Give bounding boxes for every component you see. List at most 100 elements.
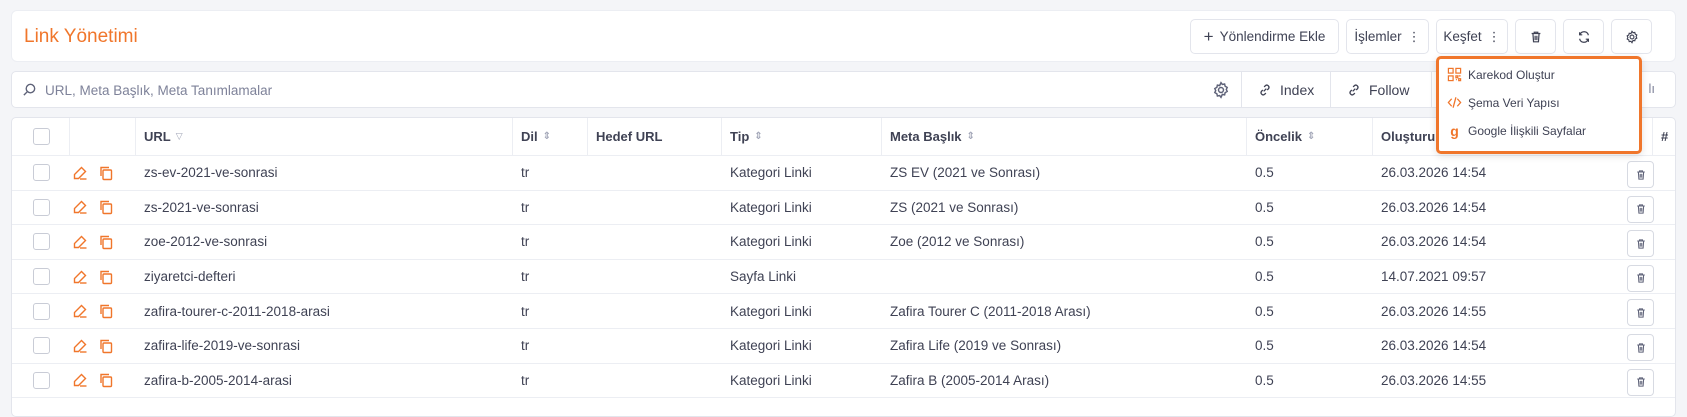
menu-item-google-related[interactable]: g Google İlişkili Sayfalar [1447, 123, 1586, 139]
edit-icon[interactable] [72, 338, 88, 354]
delete-row-button[interactable] [1627, 230, 1654, 258]
target-url-cell [588, 156, 722, 190]
trash-icon [1531, 31, 1540, 42]
trash-icon [1635, 342, 1647, 354]
edit-icon[interactable] [72, 234, 88, 250]
row-checkbox[interactable] [33, 371, 50, 389]
add-redirect-button[interactable]: + Yönlendirme Ekle [1190, 19, 1339, 54]
delete-row-button[interactable] [1627, 195, 1654, 223]
copy-icon[interactable] [98, 165, 114, 181]
follow-filter-button[interactable]: Follow [1330, 72, 1430, 107]
trash-icon [1635, 238, 1647, 250]
more-vertical-icon: ⋮ [1487, 28, 1501, 44]
created-cell: 26.03.2026 14:54 [1381, 338, 1487, 354]
discover-button[interactable]: Keşfet ⋮ [1436, 19, 1508, 54]
row-checkbox[interactable] [33, 164, 50, 182]
row-checkbox[interactable] [33, 268, 50, 286]
copy-icon[interactable] [98, 199, 114, 215]
column-header-priority[interactable]: Öncelik ⇕ [1247, 118, 1373, 155]
row-actions-cell [70, 364, 136, 398]
operations-button[interactable]: İşlemler ⋮ [1346, 19, 1429, 54]
url-cell[interactable]: zs-ev-2021-ve-sonrasi [136, 156, 513, 190]
edit-icon[interactable] [72, 165, 88, 181]
priority-cell: 0.5 [1255, 372, 1274, 388]
copy-icon[interactable] [98, 338, 114, 354]
row-select-cell [12, 364, 70, 398]
row-checkbox[interactable] [33, 233, 50, 251]
row-checkbox[interactable] [33, 302, 50, 320]
column-header-url[interactable]: URL ▽ [136, 118, 513, 155]
meta-title-cell: Zafira Life (2019 ve Sonrası) [890, 338, 1062, 354]
row-checkbox[interactable] [33, 198, 50, 216]
select-all-checkbox[interactable] [33, 128, 50, 145]
row-select-cell [12, 329, 70, 363]
row-select-cell [12, 260, 70, 294]
target-url-cell [588, 294, 722, 328]
table-row: zafira-b-2005-2014-arasi tr Kategori Linki… [12, 364, 1675, 399]
copy-icon[interactable] [98, 269, 114, 285]
copy-icon[interactable] [98, 234, 114, 250]
row-select-cell [12, 294, 70, 328]
url-cell[interactable]: zafira-tourer-c-2011-2018-arasi [136, 294, 513, 328]
url-cell[interactable]: zoe-2012-ve-sonrasi [136, 225, 513, 259]
table-row: zafira-tourer-c-2011-2018-arasi tr Kategor… [12, 294, 1675, 329]
meta-title-cell: ZS (2021 ve Sonrası) [890, 199, 1019, 215]
delete-row-button[interactable] [1627, 299, 1654, 327]
copy-icon[interactable] [98, 303, 114, 319]
discover-dropdown-menu: Karekod Oluştur Şema Veri Yapısı g Googl… [1436, 56, 1642, 154]
delete-row-button[interactable] [1627, 334, 1654, 361]
row-select-cell [12, 191, 70, 225]
delete-row-button[interactable] [1627, 161, 1654, 188]
url-cell[interactable]: zafira-b-2005-2014-arasi [136, 364, 513, 398]
row-select-cell [12, 225, 70, 259]
created-cell: 26.03.2026 14:54 [1381, 234, 1487, 250]
type-cell: Kategori Linki [730, 338, 812, 354]
priority-cell: 0.5 [1255, 338, 1274, 354]
index-filter-button[interactable]: Index [1241, 72, 1329, 107]
row-checkbox[interactable] [33, 337, 50, 355]
url-cell[interactable]: ziyaretci-defteri [136, 260, 513, 294]
lang-cell: tr [521, 338, 530, 354]
menu-item-schema[interactable]: Şema Veri Yapısı [1447, 95, 1560, 110]
column-header-lang[interactable]: Dil ⇕ [513, 118, 588, 155]
type-cell: Kategori Linki [730, 303, 812, 319]
plus-icon: + [1203, 27, 1214, 46]
type-cell: Kategori Linki [730, 199, 812, 215]
trash-icon [1635, 169, 1647, 181]
menu-item-qrcode[interactable]: Karekod Oluştur [1447, 67, 1555, 82]
row-actions-cell [70, 329, 136, 363]
edit-icon[interactable] [72, 199, 88, 215]
created-cell: 26.03.2026 14:54 [1381, 165, 1487, 181]
url-cell[interactable]: zs-2021-ve-sonrasi [136, 191, 513, 225]
lang-cell: tr [521, 303, 530, 319]
search-input[interactable] [45, 76, 1195, 104]
refresh-button[interactable] [1563, 19, 1604, 54]
priority-cell: 0.5 [1255, 303, 1274, 319]
row-actions-cell [70, 294, 136, 328]
copy-icon[interactable] [98, 372, 114, 388]
created-cell: 26.03.2026 14:55 [1381, 303, 1487, 319]
column-header-type[interactable]: Tip ⇕ [722, 118, 882, 155]
edit-icon[interactable] [72, 269, 88, 285]
trash-icon [1635, 307, 1647, 319]
lang-cell: tr [521, 234, 530, 250]
table-row: zs-ev-2021-ve-sonrasi tr Kategori Linki ZS … [12, 156, 1675, 191]
edit-icon[interactable] [72, 303, 88, 319]
edit-icon[interactable] [72, 372, 88, 388]
column-header-target-url: Hedef URL [588, 118, 722, 155]
trash-button[interactable] [1515, 19, 1556, 54]
url-cell[interactable]: zafira-life-2019-ve-sonrasi [136, 329, 513, 363]
gear-icon[interactable] [1212, 81, 1230, 99]
page-title: Link Yönetimi [24, 26, 138, 47]
row-select-cell [12, 156, 70, 190]
settings-button[interactable] [1611, 19, 1652, 54]
delete-row-button[interactable] [1627, 368, 1654, 396]
link-icon [1260, 84, 1270, 95]
delete-row-button[interactable] [1627, 264, 1654, 292]
table-row: zs-2021-ve-sonrasi tr Kategori Linki ZS (20… [12, 191, 1675, 226]
column-header-meta-title[interactable]: Meta Başlık ⇕ [882, 118, 1247, 155]
table-row: ziyaretci-defteri tr Sayfa Linki 0.5 14.07.2… [12, 260, 1675, 295]
gear-icon [1625, 29, 1638, 44]
actions-header [70, 118, 136, 155]
meta-title-cell [882, 260, 1247, 294]
